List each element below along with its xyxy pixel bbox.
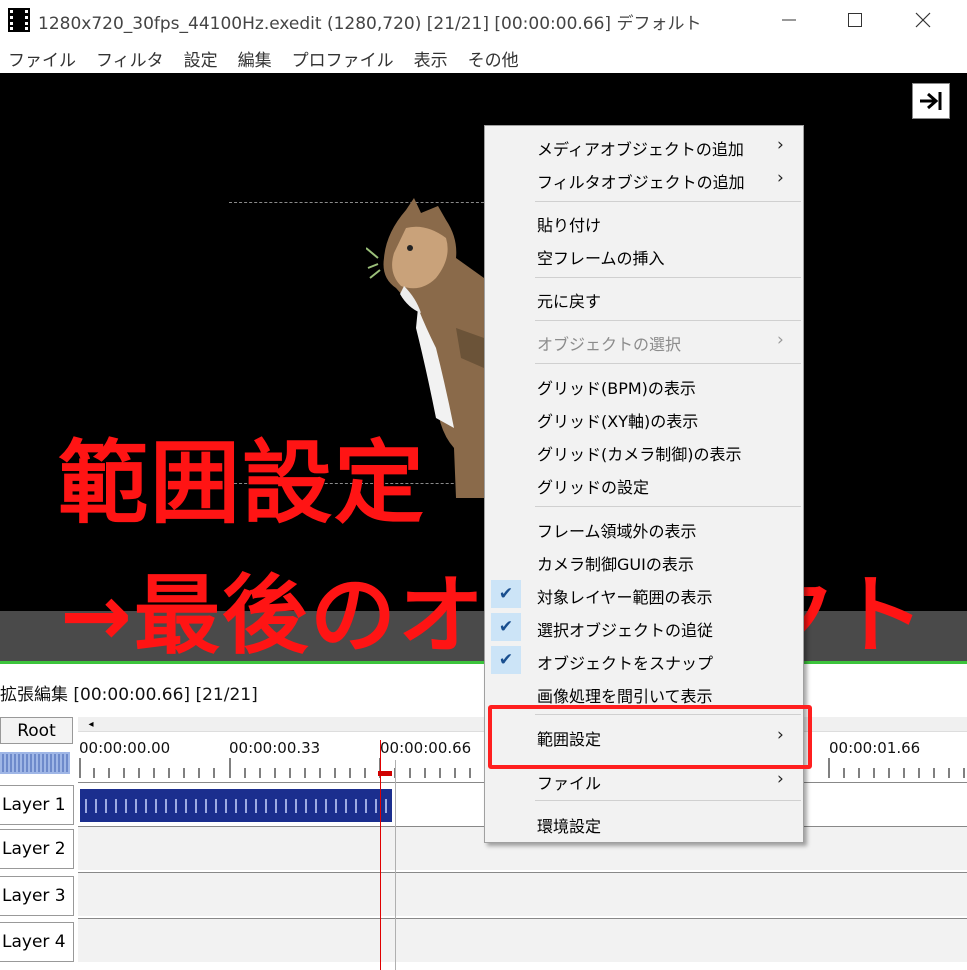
layer-label-1[interactable]: Layer 1 (0, 785, 74, 825)
menu-item-snap-object[interactable]: ✔ オブジェクトをスナップ (485, 644, 803, 676)
menu-item-show-outside-frame[interactable]: フレーム領域外の表示 (485, 512, 803, 544)
menu-item-insert-empty-frame[interactable]: 空フレームの挿入 (485, 239, 803, 271)
menu-separator (535, 506, 801, 507)
window-title: 1280x720_30fps_44100Hz.exedit (1280,720)… (38, 14, 702, 34)
menu-item-add-media-object[interactable]: メディアオブジェクトの追加 › (485, 130, 803, 162)
root-audio-strip (0, 752, 70, 774)
timestamp-2: 00:00:00.66 (380, 739, 472, 757)
menu-bar: ファイル フィルタ 設定 編集 プロファイル 表示 その他 (0, 42, 967, 72)
checkmark-icon: ✔ (491, 613, 521, 641)
menu-filter[interactable]: フィルタ (88, 42, 174, 72)
timestamp-1: 00:00:00.33 (229, 739, 321, 757)
chevron-right-icon: › (777, 330, 784, 350)
menu-other[interactable]: その他 (460, 42, 529, 72)
menu-edit[interactable]: 編集 (230, 42, 282, 72)
menu-item-preferences[interactable]: 環境設定 (485, 807, 803, 839)
checkmark-icon: ✔ (491, 580, 521, 608)
menu-separator (535, 320, 801, 321)
menu-item-grid-xy[interactable]: グリッド(XY軸)の表示 (485, 402, 803, 434)
title-bar: 1280x720_30fps_44100Hz.exedit (1280,720)… (0, 0, 967, 40)
menu-settings[interactable]: 設定 (176, 42, 228, 72)
layer-label-2[interactable]: Layer 2 (0, 829, 74, 869)
pin-button[interactable] (912, 83, 950, 119)
chevron-right-icon: › (777, 168, 784, 188)
layer-label-4[interactable]: Layer 4 (0, 922, 74, 962)
menu-item-layer-range[interactable]: ✔ 対象レイヤー範囲の表示 (485, 578, 803, 610)
film-strip-icon (8, 8, 30, 32)
menu-item-add-filter-object[interactable]: フィルタオブジェクトの追加 › (485, 163, 803, 195)
minimize-icon (782, 19, 796, 21)
highlight-box (488, 705, 812, 769)
audio-waveform-icon (85, 799, 387, 813)
timestamp-3: 00:00:01.66 (829, 739, 921, 757)
layer-label-3[interactable]: Layer 3 (0, 876, 74, 916)
maximize-button[interactable] (822, 0, 888, 40)
maximize-icon (848, 13, 862, 27)
close-button[interactable] (890, 0, 956, 40)
menu-item-follow-selection[interactable]: ✔ 選択オブジェクトの追従 (485, 611, 803, 643)
layer-row-4[interactable] (78, 918, 967, 962)
menu-file[interactable]: ファイル (0, 42, 86, 72)
chevron-right-icon: › (777, 769, 784, 789)
menu-view[interactable]: 表示 (406, 42, 458, 72)
root-button[interactable]: Root (0, 717, 73, 744)
menu-item-undo[interactable]: 元に戻す (485, 282, 803, 314)
menu-item-grid-bpm[interactable]: グリッド(BPM)の表示 (485, 369, 803, 401)
menu-separator (535, 800, 801, 801)
menu-profile[interactable]: プロファイル (284, 42, 404, 72)
menu-item-paste[interactable]: 貼り付け (485, 206, 803, 238)
arrow-to-edge-icon (920, 92, 942, 110)
cursor-end-line (395, 760, 396, 970)
close-icon (915, 12, 931, 28)
scroll-left-icon[interactable]: ◂ (84, 717, 98, 731)
timeline-object-bar[interactable] (80, 789, 392, 822)
annotation-line-1: 範囲設定 (58, 431, 426, 536)
menu-item-camera-gui[interactable]: カメラ制御GUIの表示 (485, 545, 803, 577)
menu-item-select-object: オブジェクトの選択 › (537, 330, 784, 354)
menu-item-grid-camera[interactable]: グリッド(カメラ制御)の表示 (485, 435, 803, 467)
timeline-header: 拡張編集 [00:00:00.66] [21/21] (0, 685, 258, 705)
menu-separator (535, 363, 801, 364)
playhead-marker[interactable] (378, 771, 392, 776)
chevron-right-icon: › (777, 135, 784, 155)
menu-separator (535, 277, 801, 278)
menu-item-grid-settings[interactable]: グリッドの設定 (485, 468, 803, 500)
minimize-button[interactable] (756, 0, 822, 40)
timestamp-0: 00:00:00.00 (79, 739, 171, 757)
menu-separator (535, 201, 801, 202)
checkmark-icon: ✔ (491, 646, 521, 674)
layer-row-3[interactable] (78, 872, 967, 916)
